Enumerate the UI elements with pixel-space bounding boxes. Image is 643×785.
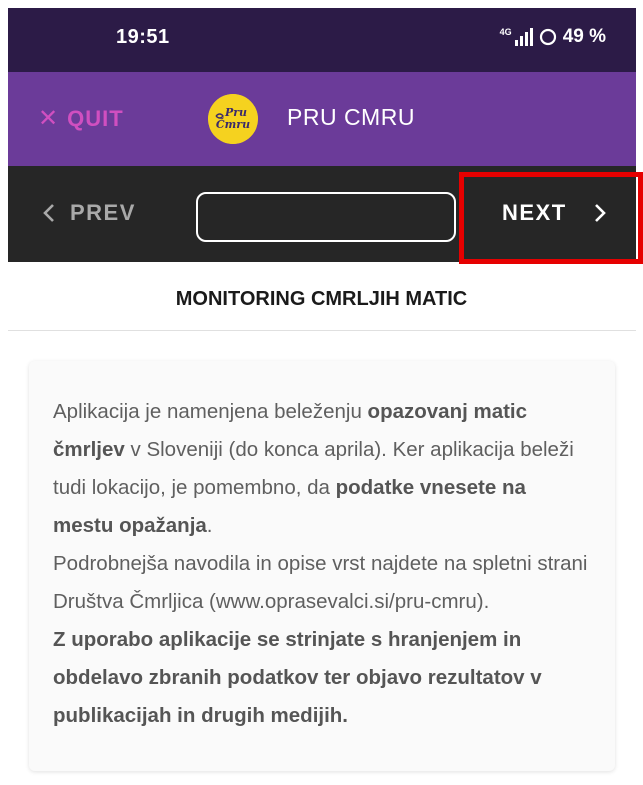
chevron-left-icon <box>43 204 54 222</box>
signal-icon: 4G <box>500 28 533 46</box>
info-text-intro: Aplikacija je namenjena beleženju <box>53 400 368 423</box>
info-text-consent: Z uporabo aplikacije se strinjate s hran… <box>53 628 542 727</box>
network-type: 4G <box>499 27 512 37</box>
logo-graphic: Pru Čmru <box>208 94 258 144</box>
status-indicators: 4G 49 % <box>500 26 606 48</box>
app-title: PRU CMRU <box>287 104 415 130</box>
quit-button[interactable]: ✕ QUIT <box>38 104 124 133</box>
title-divider <box>8 330 636 331</box>
app-logo: Pru Čmru <box>208 94 258 144</box>
next-button[interactable]: NEXT <box>502 200 607 226</box>
status-time: 19:51 <box>116 26 170 48</box>
info-text-instructions: Podrobnejša navodila in opise vrst najde… <box>53 552 588 613</box>
logo-text-bottom: Čmru <box>216 117 250 131</box>
battery-percent: 49 % <box>562 26 606 47</box>
info-text-end: . <box>206 514 213 537</box>
app-bar: ✕ QUIT Pru Čmru PRU CMRU <box>8 72 636 166</box>
quit-label: QUIT <box>67 105 124 131</box>
status-bar: 19:51 4G 49 % <box>8 8 636 72</box>
nav-bar: PREV NEXT <box>8 166 643 264</box>
info-text: Aplikacija je namenjena beleženju opazov… <box>53 393 591 735</box>
info-card: Aplikacija je namenjena beleženju opazov… <box>29 361 615 771</box>
prev-button[interactable]: PREV <box>42 200 136 226</box>
chevron-right-icon <box>594 204 606 222</box>
next-label: NEXT <box>502 200 567 225</box>
close-icon: ✕ <box>38 105 60 132</box>
page-title: MONITORING CMRLJIH MATIC <box>175 288 468 310</box>
page-jump-input[interactable] <box>196 192 456 242</box>
battery-icon <box>539 28 556 46</box>
prev-label: PREV <box>70 200 136 225</box>
